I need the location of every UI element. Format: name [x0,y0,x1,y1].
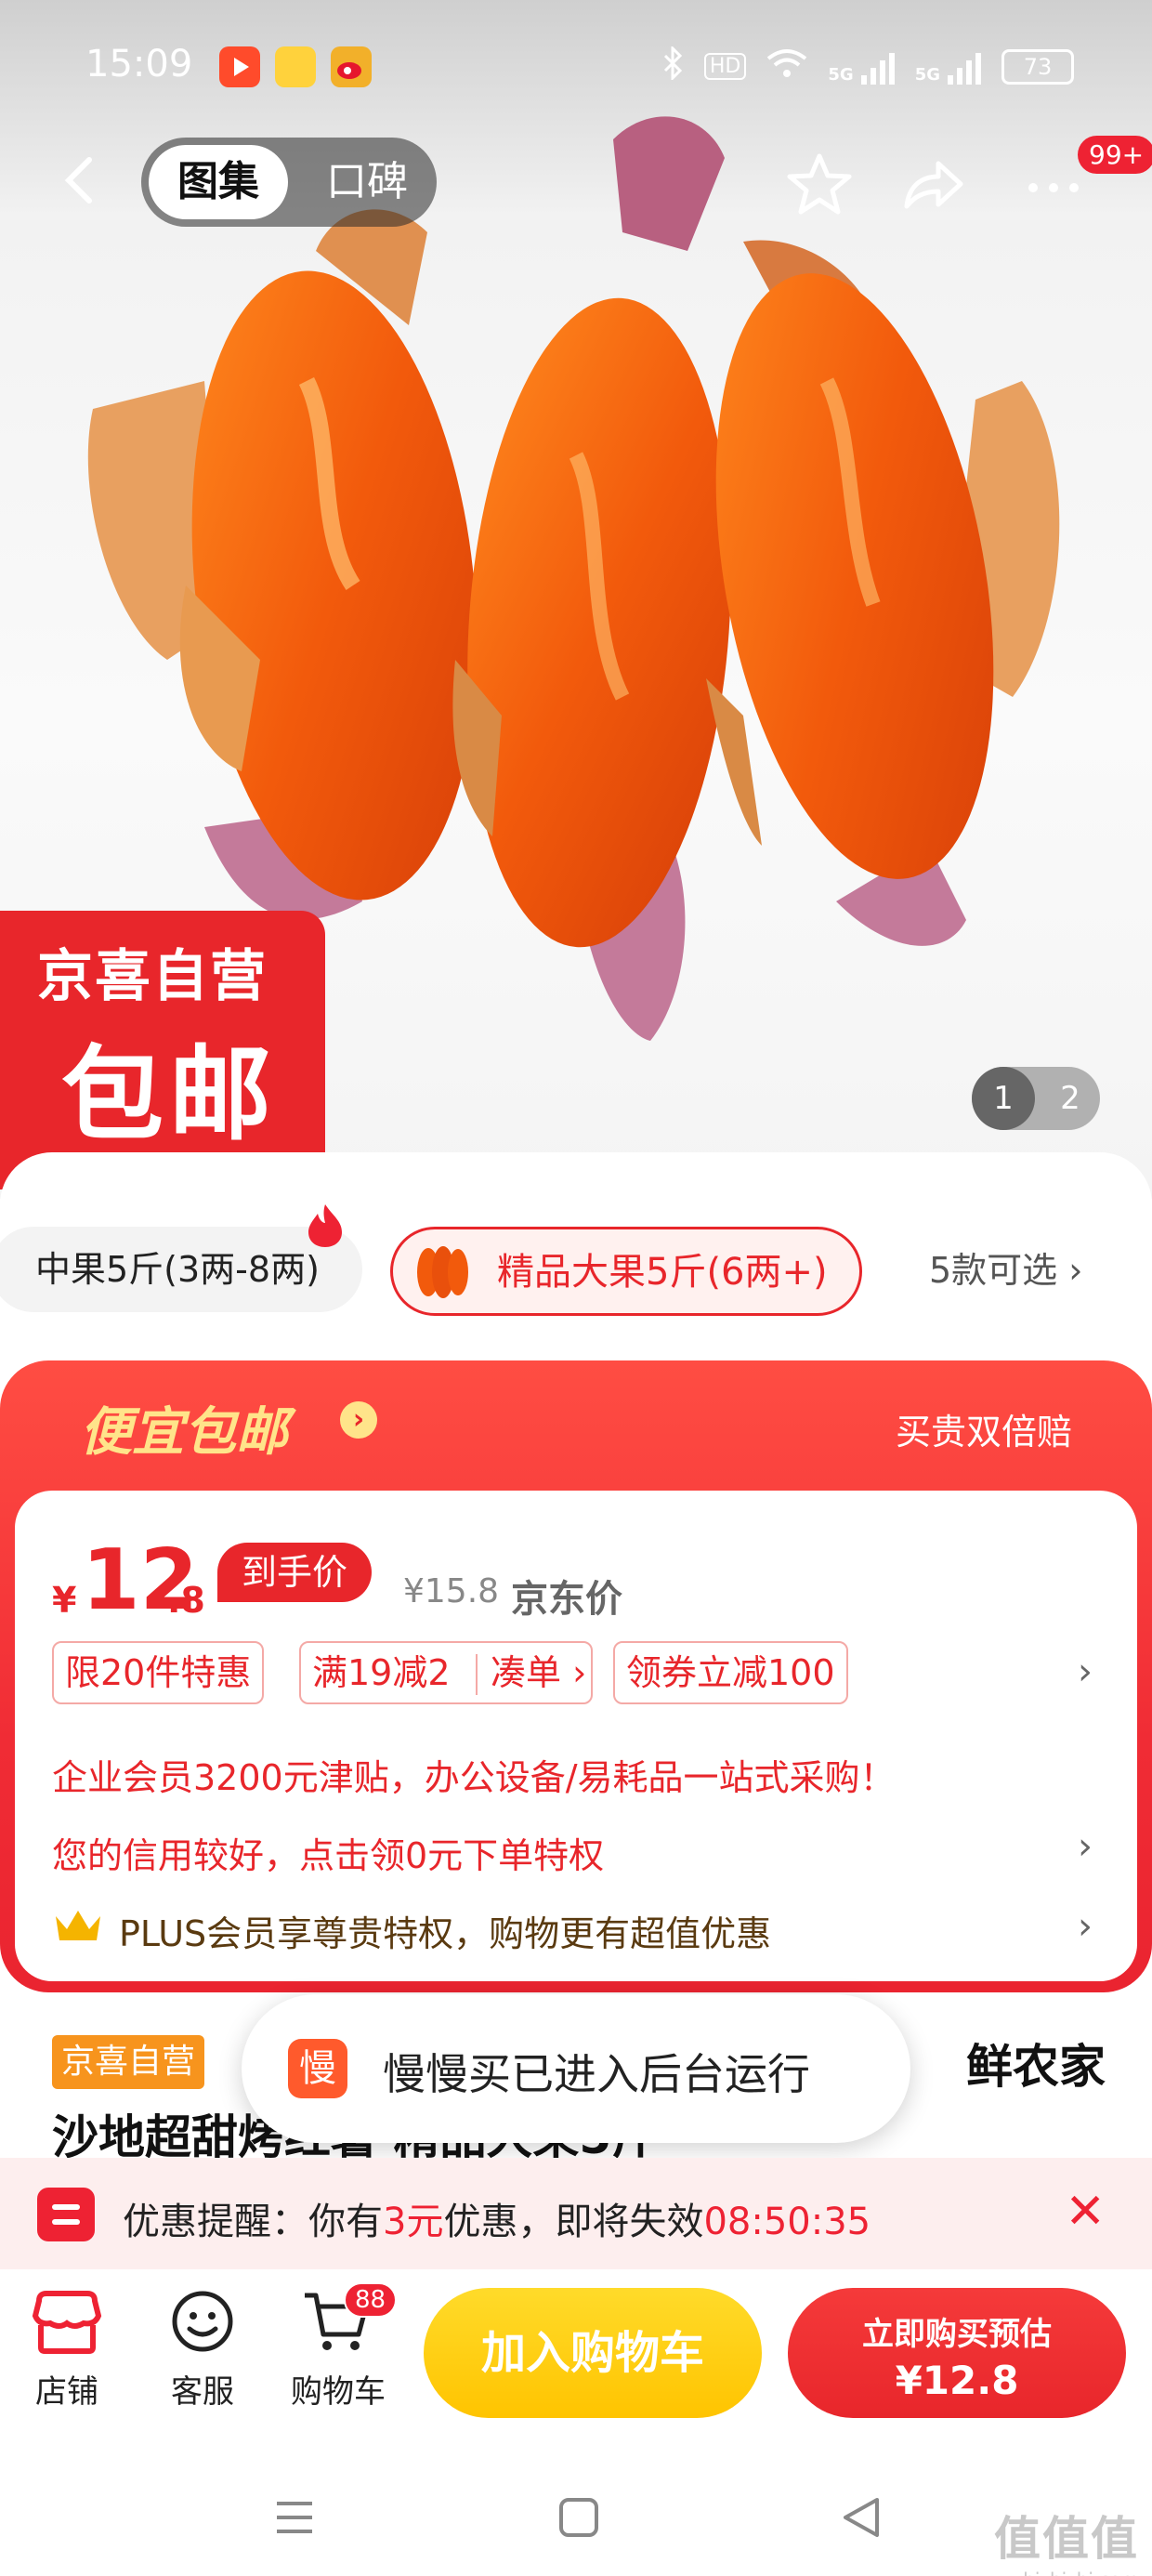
manmanmai-app-icon: 慢 [288,2039,347,2098]
tab-reviews[interactable]: 口碑 [307,145,427,219]
plus-chevron-icon[interactable]: › [1078,1905,1093,1948]
service-tab[interactable]: 客服 [147,2288,258,2427]
plus-member-line[interactable]: PLUS会员享尊贵特权，购物更有超值优惠 [119,1905,771,1956]
tab-gallery[interactable]: 图集 [149,145,288,219]
weibo-icon [331,46,372,87]
buy-now-button[interactable]: 立即购买预估 ¥12.8 [788,2288,1126,2418]
menu-icon[interactable] [273,2496,316,2539]
gallery-tab-switch: 图集 口碑 [141,138,437,227]
signal-1-icon: 5G [828,49,895,85]
crown-icon [56,1911,100,1940]
hd-icon: HD [703,53,747,80]
watermark-main: 值值值 [994,2512,1139,2566]
service-label: 客服 [171,2373,234,2411]
signal-2-icon: 5G [915,49,981,85]
back-triangle-icon[interactable] [840,2496,883,2539]
watermark-sub: zhizhizhi.com [994,2569,1139,2576]
buy-now-label: 立即购买预估 [862,2316,1052,2353]
more-icon[interactable] [1020,151,1087,217]
share-icon[interactable] [901,151,968,217]
home-icon[interactable] [557,2496,600,2539]
reminder-suffix: 优惠，即将失效 [443,2201,704,2243]
coupon-icon [37,2188,95,2241]
original-price: ¥15.8 [403,1572,500,1610]
status-time: 15:09 [85,43,193,85]
promo-free-shipping: 包邮 [61,1035,277,1154]
reminder-prefix: 优惠提醒：你有 [123,2201,383,2243]
status-bar: 15:09 HD 5G 5G 73 [0,37,1152,102]
price-card: ¥ 12 .8 到手价 ¥15.8 京东价 限20件特惠 满19减2 凑单 › … [15,1491,1137,1981]
coupon-limited[interactable]: 限20件特惠 [52,1641,265,1704]
coupon-divider [476,1654,478,1695]
buy-now-price: ¥12.8 [895,2358,1019,2403]
self-operated-tag: 京喜自营 [52,2035,205,2089]
wifi-icon [766,47,807,85]
variant-thumbnail [417,1246,468,1298]
variant-selector: 中果5斤(3两-8两) 精品大果5斤(6两+) 5款可选 › [0,1204,1152,1329]
variant-chip-label: 精品大果5斤(6两+) [497,1251,828,1294]
chat-app-icon [275,46,316,87]
video-app-icon [219,46,260,87]
final-price-tag: 到手价 [217,1543,373,1602]
star-icon[interactable] [786,151,853,217]
image-pager: 1 2 [972,1067,1100,1130]
top-nav: 图集 口碑 99+ [0,136,1152,230]
product-image [87,116,1060,1041]
credit-privilege-line[interactable]: 您的信用较好，点击领0元下单特权 [52,1827,604,1878]
customer-service-icon [172,2291,233,2352]
cart-label: 购物车 [291,2373,386,2411]
price-currency: ¥ [52,1580,77,1621]
pager-current: 1 [972,1067,1035,1130]
reminder-text: 优惠提醒：你有3元优惠，即将失效08:50:35 [123,2191,871,2245]
cart-tab[interactable]: 88 购物车 [282,2282,398,2427]
close-icon[interactable]: ✕ [1065,2184,1106,2240]
add-to-cart-button[interactable]: 加入购物车 [424,2288,762,2418]
status-icons: HD 5G 5G 73 [661,45,1074,86]
hot-fire-icon [308,1204,342,1247]
background-run-toast: 慢 慢慢买已进入后台运行 [242,1994,910,2143]
product-gallery[interactable]: 15:09 HD 5G 5G 73 图集 口碑 99+ 京喜自营 包邮 1 2 [0,0,1152,1199]
battery-indicator: 73 [1001,48,1074,85]
system-nav-bar [0,2455,1152,2576]
coupon-spend-save-label: 满19减2 [312,1652,451,1693]
price-decimal: .8 [167,1580,205,1621]
enterprise-member-line[interactable]: 企业会员3200元津贴，办公设备/易耗品一站式采购！ [52,1749,896,1800]
watermark: 值值值 zhizhizhi.com [994,2502,1139,2576]
coupon-chevron-icon[interactable]: › [1078,1650,1093,1693]
bottom-action-bar: 店铺 客服 88 购物车 加入购物车 立即购买预估 ¥12.8 [0,2269,1152,2455]
more-variants-link[interactable]: 5款可选 › [929,1242,1082,1293]
price-guarantee[interactable]: 买贵双倍赔 [896,1403,1072,1454]
back-arrow-icon[interactable] [54,152,110,208]
discount-reminder[interactable]: 优惠提醒：你有3元优惠，即将失效08:50:35 ✕ [0,2158,1152,2269]
coupon-spend-save[interactable]: 满19减2 凑单 › [299,1641,593,1704]
deal-title[interactable]: 便宜包邮 [80,1390,288,1465]
coupon-add-items[interactable]: 凑单 › [491,1643,586,1702]
deal-panel: 便宜包邮 › 买贵双倍赔 ¥ 12 .8 到手价 ¥15.8 京东价 限20件特… [0,1360,1152,1992]
notification-badge: 99+ [1078,136,1152,174]
reminder-amount: 3元 [383,2201,444,2243]
credit-chevron-icon[interactable]: › [1078,1825,1093,1868]
pager-total: 2 [1060,1080,1080,1117]
toast-message: 慢慢买已进入后台运行 [383,2049,810,2099]
store-icon [32,2291,102,2354]
cart-count-badge: 88 [344,2282,398,2318]
chevron-right-icon[interactable]: › [340,1401,377,1439]
store-tab[interactable]: 店铺 [11,2288,123,2427]
variant-chip-large[interactable]: 精品大果5斤(6两+) [390,1227,862,1316]
store-label: 店铺 [35,2373,98,2411]
promo-badge: 京喜自营 包邮 [0,911,325,1189]
bluetooth-icon [661,45,684,86]
coupon-discount[interactable]: 领券立减100 [613,1641,848,1704]
reminder-countdown: 08:50:35 [703,2201,871,2243]
original-price-label: 京东价 [511,1578,622,1621]
promo-self-operated: 京喜自营 [37,944,268,1009]
